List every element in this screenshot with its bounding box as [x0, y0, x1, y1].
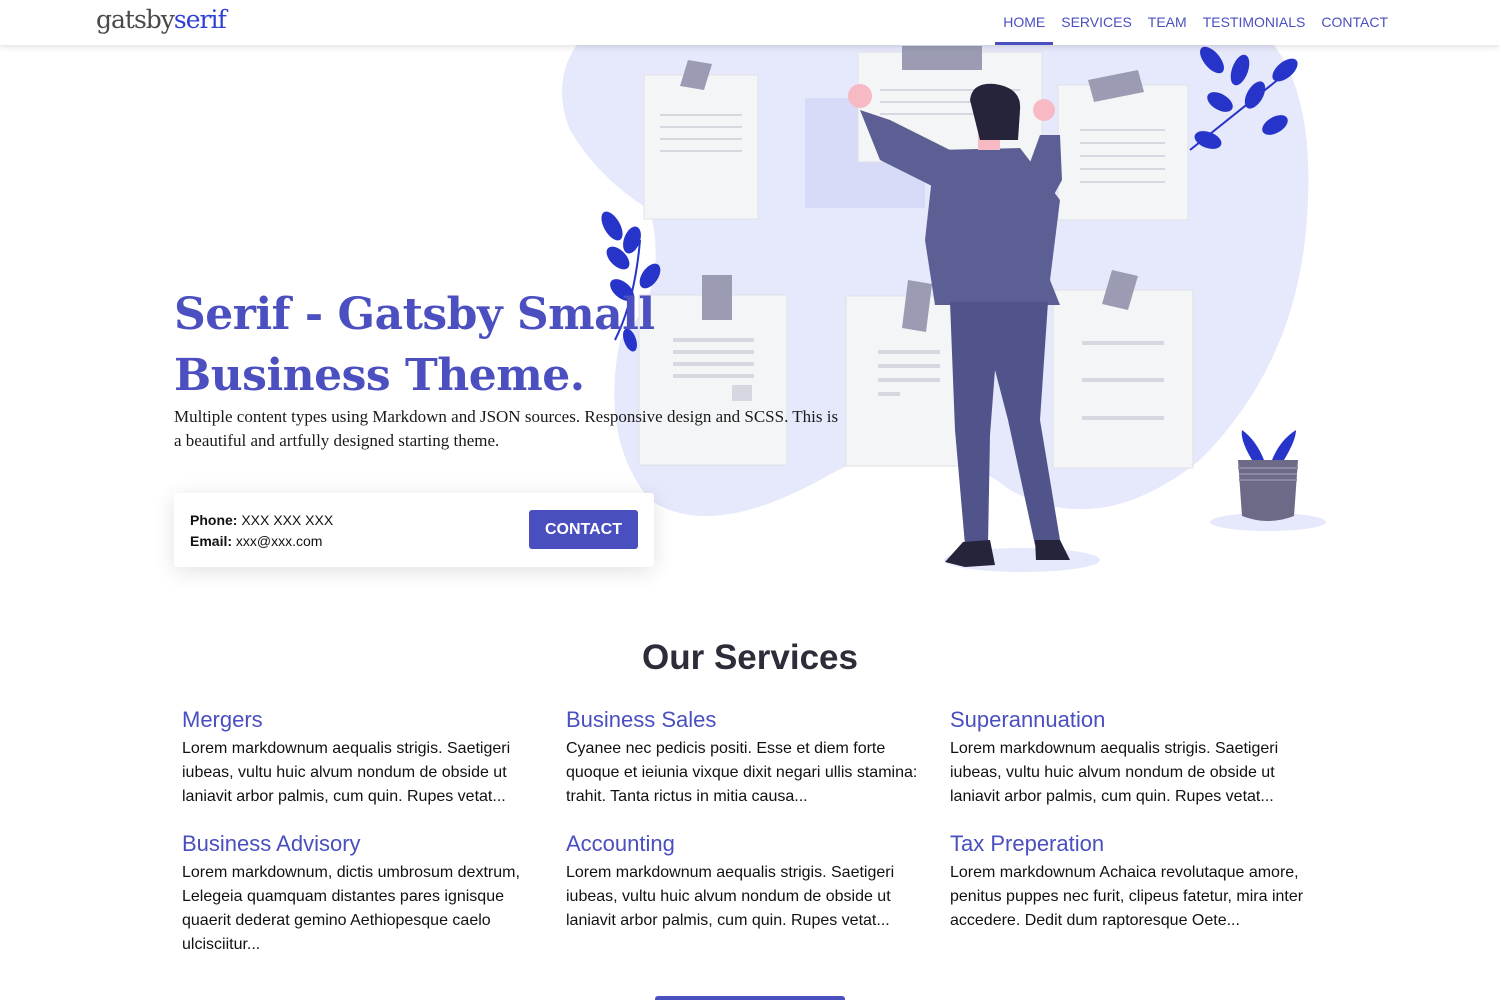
service-text: Lorem markdownum aequalis strigis. Saeti… [950, 740, 1279, 805]
service-item[interactable]: Business Advisory Lorem markdownum, dict… [182, 829, 552, 957]
service-item[interactable]: Superannuation Lorem markdownum aequalis… [950, 705, 1320, 809]
paper-3-icon [1057, 70, 1189, 221]
logo-text-serif: serif [173, 5, 227, 34]
contact-button[interactable]: CONTACT [529, 510, 638, 549]
paper-6-icon [1052, 270, 1194, 469]
service-text: Lorem markdownum aequalis strigis. Saeti… [566, 864, 895, 929]
site-logo[interactable]: gatsbyserif [96, 5, 227, 34]
service-title[interactable]: Business Advisory [182, 829, 552, 859]
service-title[interactable]: Superannuation [950, 705, 1320, 735]
service-text: Lorem markdownum aequalis strigis. Saeti… [182, 740, 511, 805]
service-item[interactable]: Accounting Lorem markdownum aequalis str… [566, 829, 936, 933]
pot-plant-icon [1210, 430, 1326, 531]
hero-description: Multiple content types using Markdown an… [174, 407, 839, 450]
email-value[interactable]: xxx@xxx.com [236, 533, 323, 549]
service-title[interactable]: Business Sales [566, 705, 936, 735]
service-item[interactable]: Business Sales Cyanee nec pedicis positi… [566, 705, 936, 809]
service-title[interactable]: Accounting [566, 829, 936, 859]
paper-1-icon [643, 60, 759, 220]
view-all-services-button[interactable] [655, 996, 845, 1000]
paper-5-icon [845, 280, 967, 467]
service-text: Lorem markdownum Achaica revolutaque amo… [950, 864, 1304, 929]
service-title[interactable]: Mergers [182, 705, 552, 735]
nav-contact[interactable]: CONTACT [1313, 0, 1396, 45]
hero-title: Serif - Gatsby Small Business Theme. [174, 289, 655, 401]
service-text: Lorem markdownum, dictis umbrosum dextru… [182, 864, 520, 953]
service-item[interactable]: Tax Preperation Lorem markdownum Achaica… [950, 829, 1320, 933]
phone-line: Phone: XXX XXX XXX [190, 512, 333, 528]
service-title[interactable]: Tax Preperation [950, 829, 1320, 859]
site-header: gatsbyserif HOME SERVICES TEAM TESTIMONI… [0, 0, 1500, 45]
service-text: Cyanee nec pedicis positi. Esse et diem … [566, 740, 918, 805]
nav-team[interactable]: TEAM [1140, 0, 1195, 45]
contact-card: Phone: XXX XXX XXX Email: xxx@xxx.com CO… [174, 493, 654, 567]
main-nav: HOME SERVICES TEAM TESTIMONIALS CONTACT [995, 0, 1396, 45]
service-item[interactable]: Mergers Lorem markdownum aequalis strigi… [182, 705, 552, 809]
nav-testimonials[interactable]: TESTIMONIALS [1195, 0, 1314, 45]
logo-text-gatsby: gatsby [96, 5, 175, 34]
phone-label: Phone: [190, 512, 238, 528]
nav-home[interactable]: HOME [995, 0, 1054, 45]
services-title: Our Services [642, 638, 858, 677]
email-label: Email: [190, 533, 233, 549]
phone-value: XXX XXX XXX [241, 512, 334, 528]
nav-services[interactable]: SERVICES [1053, 0, 1140, 45]
email-line: Email: xxx@xxx.com [190, 533, 322, 549]
